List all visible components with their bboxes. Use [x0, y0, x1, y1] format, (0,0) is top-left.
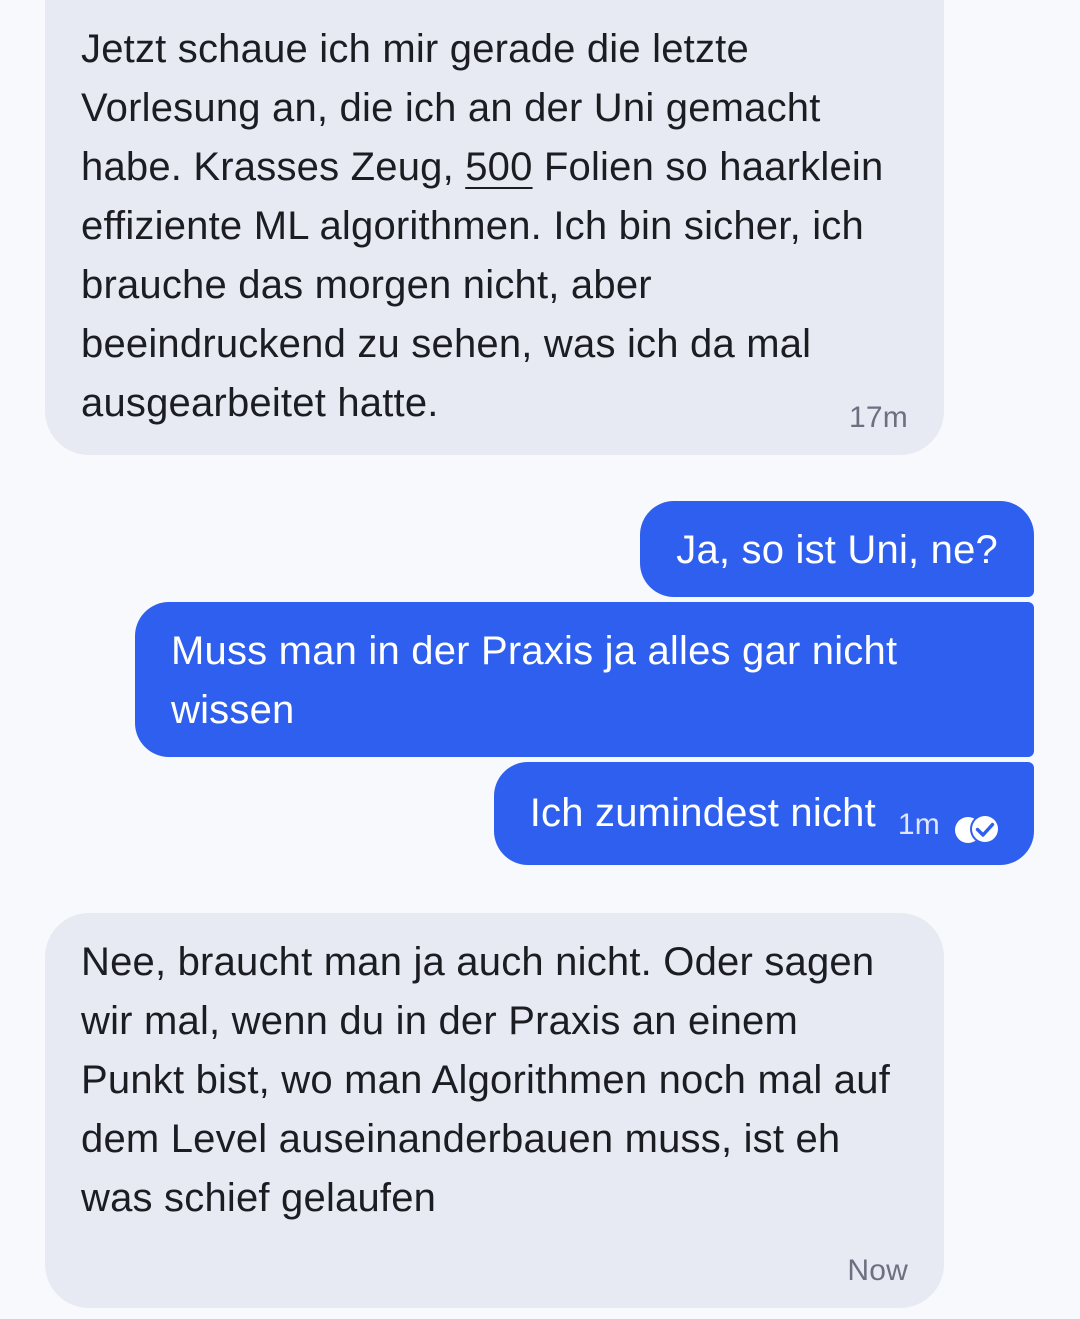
message-timestamp: Now: [847, 1254, 908, 1287]
message-timestamp: 17m: [849, 401, 908, 434]
message-text: Ich zumindest nicht: [529, 791, 876, 835]
message-bubble-outgoing[interactable]: Ja, so ist Uni, ne?: [640, 501, 1034, 597]
message-text: Jetzt schaue ich mir gerade die letzte V…: [81, 27, 884, 425]
message-bubble-outgoing[interactable]: Muss man in der Praxis ja alles gar nich…: [135, 602, 1034, 757]
message-bubble-outgoing[interactable]: Ich zumindest nicht 1m: [493, 762, 1034, 865]
message-text: Ja, so ist Uni, ne?: [676, 528, 998, 572]
message-timestamp: 1m: [897, 808, 940, 841]
message-text: Nee, braucht man ja auch nicht. Oder sag…: [81, 940, 891, 1220]
read-receipt-icon: [954, 803, 1002, 845]
message-bubble-incoming[interactable]: Jetzt schaue ich mir gerade die letzte V…: [45, 0, 944, 455]
message-bubble-incoming[interactable]: Nee, braucht man ja auch nicht. Oder sag…: [45, 913, 944, 1308]
phone-number-link[interactable]: 500: [465, 145, 532, 189]
message-text: Muss man in der Praxis ja alles gar nich…: [171, 629, 898, 732]
